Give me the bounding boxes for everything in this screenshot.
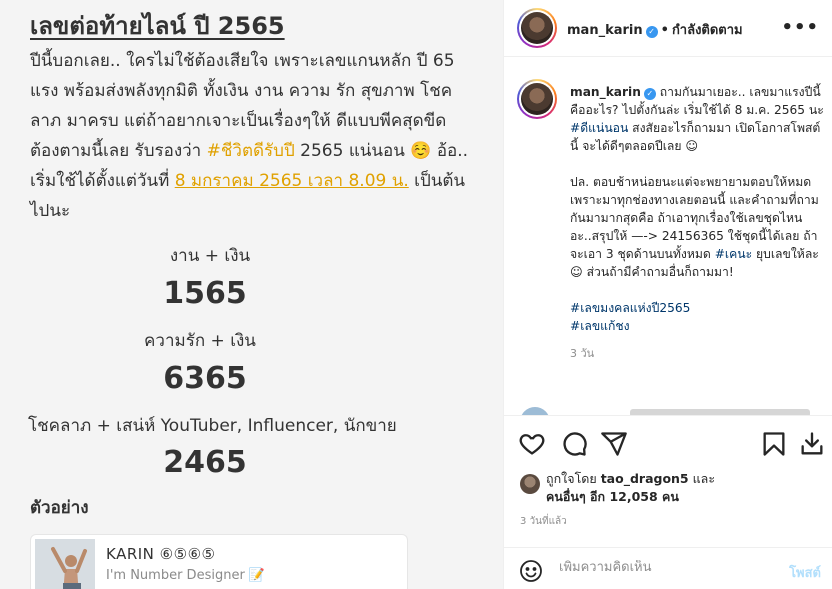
emoji-icon[interactable] [519, 559, 543, 583]
image-date: 8 มกราคม 2565 เวลา 8.09 น. [174, 171, 409, 191]
liker-username[interactable]: tao_dragon5 [601, 471, 689, 486]
header-username[interactable]: man_karin [567, 23, 643, 38]
hashtag-link[interactable]: #เคนะ [715, 247, 752, 261]
avatar[interactable] [517, 8, 557, 48]
liker-avatar[interactable] [520, 474, 540, 494]
comment-icon[interactable] [560, 430, 588, 458]
verified-icon: ✓ [643, 88, 656, 100]
caption-area: man_karin ✓ ถามกันมาเยอะ.. เลขมาแรงปีนี้ค… [504, 57, 832, 415]
number-work-money: 1565 [163, 276, 247, 311]
download-icon[interactable] [798, 430, 826, 458]
caption-username[interactable]: man_karin [570, 85, 641, 99]
post-header: man_karin ✓ • กำลังติดตาม ••• [504, 0, 832, 57]
label-love-money: ความรัก + เงิน [144, 331, 256, 351]
post-comment-button[interactable]: โพสต์ [789, 562, 821, 583]
image-title: เลขต่อท้ายไลน์ ปี 2565 [30, 12, 285, 40]
comment-bar: โพสต์ [504, 547, 832, 589]
caption-time: 3 วัน [570, 347, 595, 360]
caption-avatar[interactable] [517, 79, 557, 119]
post-image[interactable]: เลขต่อท้ายไลน์ ปี 2565 ปีนี้บอกเลย.. ใคร… [0, 0, 503, 589]
action-bar [504, 415, 832, 471]
example-label: ตัวอย่าง [30, 498, 89, 518]
likes-others[interactable]: คนอื่นๆ อีก 12,058 คน [546, 489, 679, 504]
verified-icon: ✓ [645, 26, 658, 38]
number-love-money: 6365 [163, 361, 247, 396]
header-user-line: man_karin ✓ • กำลังติดตาม [567, 19, 743, 40]
example-profile-card: KARIN ⑥⑤⑥⑤ I'm Number Designer 📝 [30, 534, 408, 589]
hashtag-link[interactable]: #เลขแก้ชง [570, 317, 825, 335]
hashtag-link[interactable]: #ดีแน่นอน [570, 121, 628, 135]
card-name: KARIN ⑥⑤⑥⑤ [106, 545, 216, 563]
hashtag-link[interactable]: #เลขมงคลแห่งปี2565 [570, 299, 825, 317]
label-work-money: งาน + เงิน [169, 246, 251, 266]
caption-text: man_karin ✓ ถามกันมาเยอะ.. เลขมาแรงปีนี้ค… [570, 83, 825, 363]
bookmark-icon[interactable] [760, 430, 788, 458]
label-luck-charm: โชคลาภ + เสน่ห์ YouTuber, Influencer, นั… [28, 416, 397, 436]
image-paragraph: ปีนี้บอกเลย.. ใครไม่ใช้ต้องเสียใจ เพราะเ… [30, 46, 480, 226]
heart-icon[interactable] [518, 430, 546, 458]
posted-time[interactable]: 3 วันที่แล้ว [520, 514, 567, 529]
more-options-icon[interactable]: ••• [781, 17, 819, 38]
following-button[interactable]: กำลังติดตาม [672, 23, 743, 38]
separator-dot: • [660, 23, 669, 38]
post-sidebar: man_karin ✓ • กำลังติดตาม ••• man_karin ✓ ถา… [503, 0, 832, 589]
comment-input[interactable] [559, 560, 759, 575]
likes-prefix: ถูกใจโดย [546, 471, 601, 486]
card-photo [35, 539, 95, 589]
share-icon[interactable] [600, 430, 628, 458]
next-comment-peek [520, 407, 820, 415]
card-subtitle: I'm Number Designer 📝 [106, 568, 266, 583]
image-hashtag: #ชีวิตดีรับปี [206, 141, 295, 161]
number-luck-charm: 2465 [163, 445, 247, 480]
likes-and: และ [688, 471, 716, 486]
